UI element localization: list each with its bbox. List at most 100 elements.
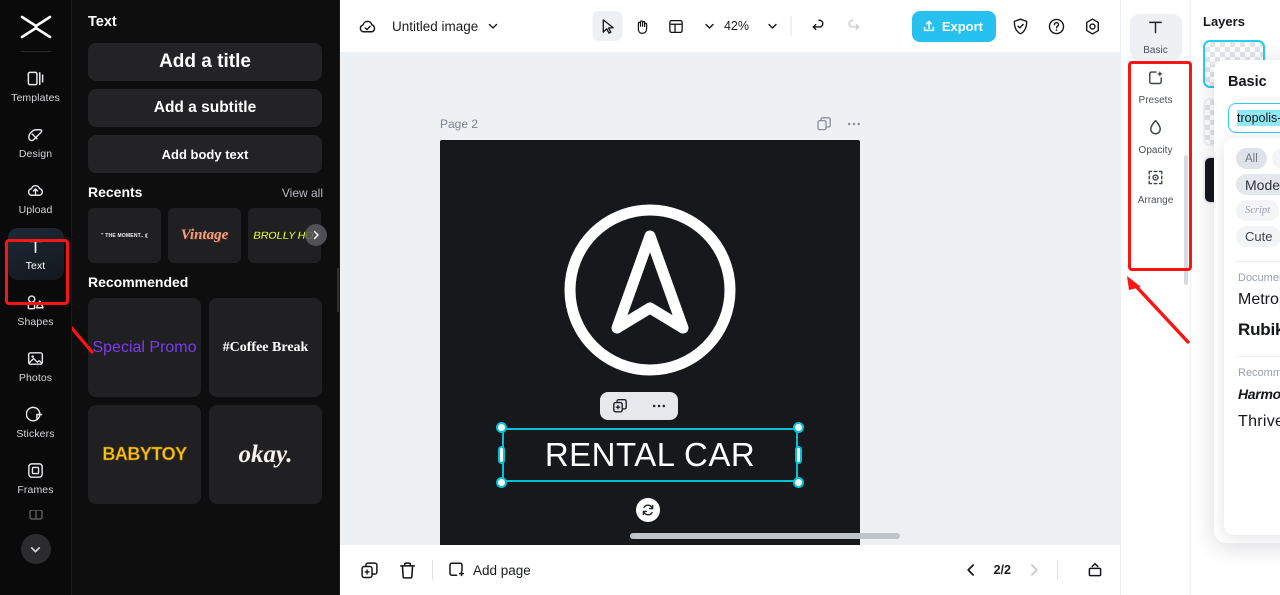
sidebar-item-frames[interactable]: Frames xyxy=(8,452,64,504)
right-tool-strip: Basic Presets Opacity Arrange xyxy=(1120,0,1190,595)
canvas-area[interactable]: Page 2 RENTAL CAR xyxy=(340,52,1120,545)
chip-all[interactable]: All xyxy=(1236,148,1267,169)
more-dots-icon[interactable] xyxy=(649,396,669,416)
right-tab-opacity[interactable]: Opacity xyxy=(1130,114,1182,160)
sidebar-item-stickers[interactable]: Stickers xyxy=(8,396,64,448)
editor-main: Untitled image 42% Export Page 2 RENTAL … xyxy=(340,0,1280,595)
list-item[interactable]: BABYTOY xyxy=(88,405,201,504)
chip-modern[interactable]: Modern xyxy=(1236,174,1280,195)
bottom-divider-2 xyxy=(1057,560,1058,580)
list-item[interactable]: Special Promo xyxy=(88,298,201,397)
add-body-text-button[interactable]: Add body text xyxy=(88,135,322,173)
layout-caret-icon[interactable] xyxy=(704,20,716,32)
recents-view-all-link[interactable]: View all xyxy=(282,186,323,200)
resize-handle-bottom-right[interactable] xyxy=(793,477,804,488)
canvas-tools: 42% xyxy=(592,11,868,41)
page-navigation: 2/2 xyxy=(962,560,1104,580)
add-title-button[interactable]: Add a title xyxy=(88,43,322,81)
duplicate-icon[interactable] xyxy=(610,396,630,416)
right-tab-label: Arrange xyxy=(1137,195,1174,206)
resize-handle-middle-left[interactable] xyxy=(498,446,505,464)
redo-button[interactable] xyxy=(838,11,868,41)
cursor-arrow-icon xyxy=(602,18,614,34)
zoom-caret-icon[interactable] xyxy=(767,20,779,32)
document-title[interactable]: Untitled image xyxy=(392,19,478,34)
artboard[interactable]: RENTAL CAR xyxy=(440,140,860,545)
chip-handwritten[interactable]: Handwritten xyxy=(1271,148,1280,169)
resize-handle-middle-right[interactable] xyxy=(795,446,802,464)
delete-page-button[interactable] xyxy=(394,557,420,583)
list-item[interactable]: #Coffee Break xyxy=(209,298,322,397)
layout-icon xyxy=(668,19,683,33)
right-strip-scrollbar[interactable] xyxy=(1184,155,1188,285)
prev-page-button[interactable] xyxy=(962,561,980,579)
right-tab-arrange[interactable]: Arrange xyxy=(1130,164,1182,210)
next-page-button[interactable] xyxy=(1025,561,1043,579)
shapes-icon xyxy=(26,293,46,313)
recommended-title: Recommended xyxy=(88,274,189,290)
list-item[interactable]: " THE MOMENT.. ⸨ xyxy=(88,208,161,263)
hand-tool-button[interactable] xyxy=(627,11,657,41)
settings-gear-icon[interactable] xyxy=(1080,14,1104,38)
present-button[interactable] xyxy=(1086,561,1104,579)
right-tab-presets[interactable]: Presets xyxy=(1130,64,1182,110)
canvas-horizontal-scrollbar[interactable] xyxy=(630,533,900,539)
export-button[interactable]: Export xyxy=(911,10,996,42)
sidebar-item-shapes[interactable]: Shapes xyxy=(8,284,64,336)
font-option-label: Metropolis-Medium xyxy=(1238,291,1280,308)
font-option-metropolis-medium[interactable]: Metropolis-Medium ✓ xyxy=(1224,288,1280,317)
resize-handle-top-left[interactable] xyxy=(496,422,507,433)
group-label-recommended: Recommended xyxy=(1238,367,1280,379)
font-option-rubik-bold[interactable]: Rubik-Bold xyxy=(1224,317,1280,348)
zoom-level-value[interactable]: 42% xyxy=(720,19,754,33)
font-family-input[interactable]: tropolis-Medium xyxy=(1228,103,1280,133)
font-option-harmonyoscn-bdit[interactable]: HarmonyOSCn-BdIt xyxy=(1224,383,1280,410)
undo-button[interactable] xyxy=(804,11,834,41)
sidebar-item-photos[interactable]: Photos xyxy=(8,340,64,392)
sidebar-item-label: Text xyxy=(25,259,46,272)
recents-next-button[interactable] xyxy=(305,224,327,246)
list-item[interactable]: okay. xyxy=(209,405,322,504)
right-tab-label: Presets xyxy=(1138,95,1173,106)
expand-sidebar-button[interactable] xyxy=(20,534,51,564)
photos-icon xyxy=(26,349,46,369)
sidebar-item-templates[interactable]: Templates xyxy=(8,60,64,112)
list-item[interactable]: Vintage xyxy=(168,208,241,263)
page-indicator: 2/2 xyxy=(993,563,1011,577)
select-tool-button[interactable] xyxy=(592,11,623,41)
chip-cute[interactable]: Cute xyxy=(1236,226,1280,247)
right-tab-basic[interactable]: Basic xyxy=(1129,14,1182,60)
cloud-saved-icon xyxy=(356,15,378,37)
font-dropdown: All Handwritten Text Modern ART Display … xyxy=(1224,138,1280,535)
more-dots-icon[interactable] xyxy=(845,115,863,133)
font-option-thrive[interactable]: Thrive xyxy=(1224,410,1280,439)
add-subtitle-button[interactable]: Add a subtitle xyxy=(88,89,322,127)
shield-check-icon[interactable] xyxy=(1008,14,1032,38)
recommended-thumb-label: BABYTOY xyxy=(102,444,187,465)
chevron-down-icon xyxy=(30,546,41,553)
stickers-icon xyxy=(26,405,46,425)
add-page-button[interactable]: Add page xyxy=(447,561,531,579)
layout-tool-button[interactable] xyxy=(661,11,691,41)
chip-script[interactable]: Script xyxy=(1236,200,1280,221)
sidebar-item-design[interactable]: Design xyxy=(8,116,64,168)
duplicate-icon[interactable] xyxy=(815,115,833,133)
capcut-editor-app: Templates Design Upload Text Shapes Phot… xyxy=(0,0,1280,595)
duplicate-page-button[interactable] xyxy=(356,557,382,583)
toolbar-divider xyxy=(790,16,792,36)
resize-handle-top-right[interactable] xyxy=(793,422,804,433)
chevron-right-icon xyxy=(313,230,319,240)
design-icon xyxy=(26,125,46,145)
rotate-handle[interactable] xyxy=(636,498,660,522)
selected-text-element[interactable]: RENTAL CAR xyxy=(496,422,804,488)
recents-title: Recents xyxy=(88,184,143,200)
chevron-right-icon xyxy=(1031,564,1038,576)
redo-icon xyxy=(848,19,859,30)
resize-handle-bottom-left[interactable] xyxy=(496,477,507,488)
document-title-caret-icon[interactable] xyxy=(487,20,499,32)
sidebar-item-upload[interactable]: Upload xyxy=(8,172,64,224)
sidebar-item-label: Shapes xyxy=(17,315,54,328)
sidebar-item-text[interactable]: Text xyxy=(7,228,64,280)
topbar-right-group: Export xyxy=(911,10,1104,42)
question-circle-icon[interactable] xyxy=(1044,14,1068,38)
